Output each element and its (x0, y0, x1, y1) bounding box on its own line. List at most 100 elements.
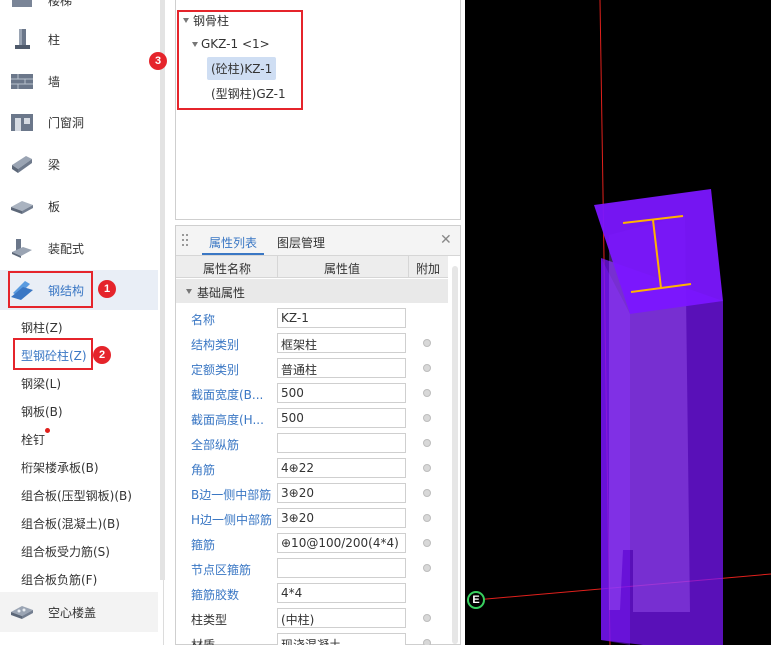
category-label: 板 (48, 200, 61, 214)
property-value-field[interactable]: 现浇混凝土 (277, 633, 406, 645)
property-value-field[interactable]: 3⊕20 (277, 508, 406, 528)
header-extra: 附加 (416, 262, 441, 276)
property-group-basic[interactable]: 基础属性 (176, 279, 448, 303)
property-row[interactable]: 定额类别 普通柱 (176, 356, 448, 381)
property-value-field[interactable]: (中柱) (277, 608, 406, 628)
sub-item-composite-main-rebar[interactable]: 组合板受力筋(S) (21, 543, 110, 560)
property-name: 角筋 (191, 463, 216, 477)
property-value-field[interactable]: 框架柱 (277, 333, 406, 353)
3d-scene[interactable] (465, 0, 771, 645)
category-door-window[interactable]: 门窗洞 (0, 102, 158, 142)
property-value-field[interactable]: 4⊕22 (277, 458, 406, 478)
group-label: 基础属性 (197, 286, 246, 300)
property-row[interactable]: 箍筋胶数 4*4 (176, 581, 448, 606)
property-name: 名称 (191, 313, 216, 327)
close-icon[interactable]: ✕ (440, 232, 452, 248)
property-grid-header: 属性名称 属性值 附加 (176, 256, 448, 278)
wall-icon (11, 74, 33, 89)
category-wall[interactable]: 墙 (0, 61, 158, 101)
sub-item-truss-deck[interactable]: 桁架楼承板(B) (21, 459, 99, 476)
axis-label-e[interactable]: E (467, 591, 485, 609)
sub-item-steel-beam[interactable]: 钢梁(L) (21, 375, 61, 392)
category-column[interactable]: 柱 (0, 19, 158, 59)
sub-item-steel-plate[interactable]: 钢板(B) (21, 403, 63, 420)
new-indicator-dot (45, 428, 50, 433)
category-label: 梁 (48, 158, 61, 172)
category-label: 门窗洞 (48, 116, 85, 130)
property-row[interactable]: 箍筋 ⊕10@100/200(4*4) (176, 531, 448, 556)
tab-property-list[interactable]: 属性列表 (209, 234, 257, 251)
property-value-field[interactable]: ⊕10@100/200(4*4) (277, 533, 406, 553)
property-row[interactable]: 结构类别 框架柱 (176, 331, 448, 356)
sub-item-steel-column[interactable]: 钢柱(Z) (21, 319, 63, 336)
property-name: H边一侧中部筋 (191, 513, 273, 527)
category-slab[interactable]: 板 (0, 186, 158, 226)
property-row[interactable]: 角筋 4⊕22 (176, 456, 448, 481)
property-name: 结构类别 (191, 338, 240, 352)
property-row[interactable]: 柱类型 (中柱) (176, 606, 448, 631)
property-value-field[interactable] (277, 433, 406, 453)
extra-checkbox[interactable] (423, 339, 431, 347)
category-prefab[interactable]: 装配式 (0, 228, 158, 268)
property-value-field[interactable]: 500 (277, 383, 406, 403)
property-name: 节点区箍筋 (191, 563, 252, 577)
property-value-field[interactable]: 3⊕20 (277, 483, 406, 503)
tab-layer-management[interactable]: 图层管理 (277, 234, 325, 251)
property-value-field[interactable]: KZ-1 (277, 308, 406, 328)
collapse-arrow-icon[interactable] (186, 289, 192, 294)
sub-item-stud[interactable]: 栓钉 (21, 431, 45, 448)
category-label: 柱 (48, 33, 61, 47)
highlight-box-1 (8, 271, 93, 308)
drag-grip-icon[interactable] (182, 234, 188, 248)
extra-checkbox[interactable] (423, 364, 431, 372)
property-name: B边一侧中部筋 (191, 488, 272, 502)
extra-checkbox[interactable] (423, 464, 431, 472)
property-name: 截面宽度(B... (191, 388, 264, 402)
extra-checkbox[interactable] (423, 614, 431, 622)
category-stair[interactable]: 楼梯 (0, 0, 158, 20)
property-name: 截面高度(H... (191, 413, 264, 427)
property-row[interactable]: B边一侧中部筋 3⊕20 (176, 481, 448, 506)
sub-item-composite-negative-rebar[interactable]: 组合板负筋(F) (21, 571, 97, 588)
property-panel: 属性列表 图层管理 ✕ 属性名称 属性值 附加 基础属性 名称 KZ-1 结构类别 框… (175, 225, 461, 645)
property-value-field[interactable]: 4*4 (277, 583, 406, 603)
hollow-floor-icon (11, 606, 33, 619)
extra-checkbox[interactable] (423, 514, 431, 522)
property-name: 柱类型 (191, 613, 228, 627)
property-value-field[interactable]: 普通柱 (277, 358, 406, 378)
property-tabs: 属性列表 图层管理 ✕ (176, 226, 460, 256)
property-row[interactable]: 名称 KZ-1 (176, 306, 448, 331)
property-row[interactable]: 节点区箍筋 (176, 556, 448, 581)
step-badge-2: 2 (93, 346, 111, 364)
step-badge-1: 1 (98, 280, 116, 298)
category-hollow-floor[interactable]: 空心楼盖 (0, 592, 158, 632)
property-name: 箍筋 (191, 538, 216, 552)
category-beam[interactable]: 梁 (0, 144, 158, 184)
property-row[interactable]: 材质 现浇混凝土 (176, 631, 448, 645)
extra-checkbox[interactable] (423, 564, 431, 572)
extra-checkbox[interactable] (423, 439, 431, 447)
step-badge-3: 3 (149, 52, 167, 70)
property-row[interactable]: 截面宽度(B... 500 (176, 381, 448, 406)
extra-checkbox[interactable] (423, 489, 431, 497)
extra-checkbox[interactable] (423, 539, 431, 547)
property-name: 定额类别 (191, 363, 240, 377)
beam-icon (12, 156, 32, 173)
property-value-field[interactable]: 500 (277, 408, 406, 428)
extra-checkbox[interactable] (423, 639, 431, 645)
sub-item-composite-deck-concrete[interactable]: 组合板(混凝土)(B) (21, 515, 120, 532)
extra-checkbox[interactable] (423, 414, 431, 422)
property-name: 全部纵筋 (191, 438, 240, 452)
property-scrollbar[interactable] (452, 266, 458, 644)
category-label: 楼梯 (48, 0, 73, 8)
property-row[interactable]: 截面高度(H... 500 (176, 406, 448, 431)
sub-item-composite-deck-profiled[interactable]: 组合板(压型钢板)(B) (21, 487, 132, 504)
property-value-field[interactable] (277, 558, 406, 578)
sidebar-scrollbar[interactable] (160, 0, 165, 580)
extra-checkbox[interactable] (423, 389, 431, 397)
property-name: 材质 (191, 638, 216, 645)
category-label: 墙 (48, 75, 61, 89)
property-row[interactable]: H边一侧中部筋 3⊕20 (176, 506, 448, 531)
3d-viewport[interactable] (465, 0, 771, 645)
property-row[interactable]: 全部纵筋 (176, 431, 448, 456)
